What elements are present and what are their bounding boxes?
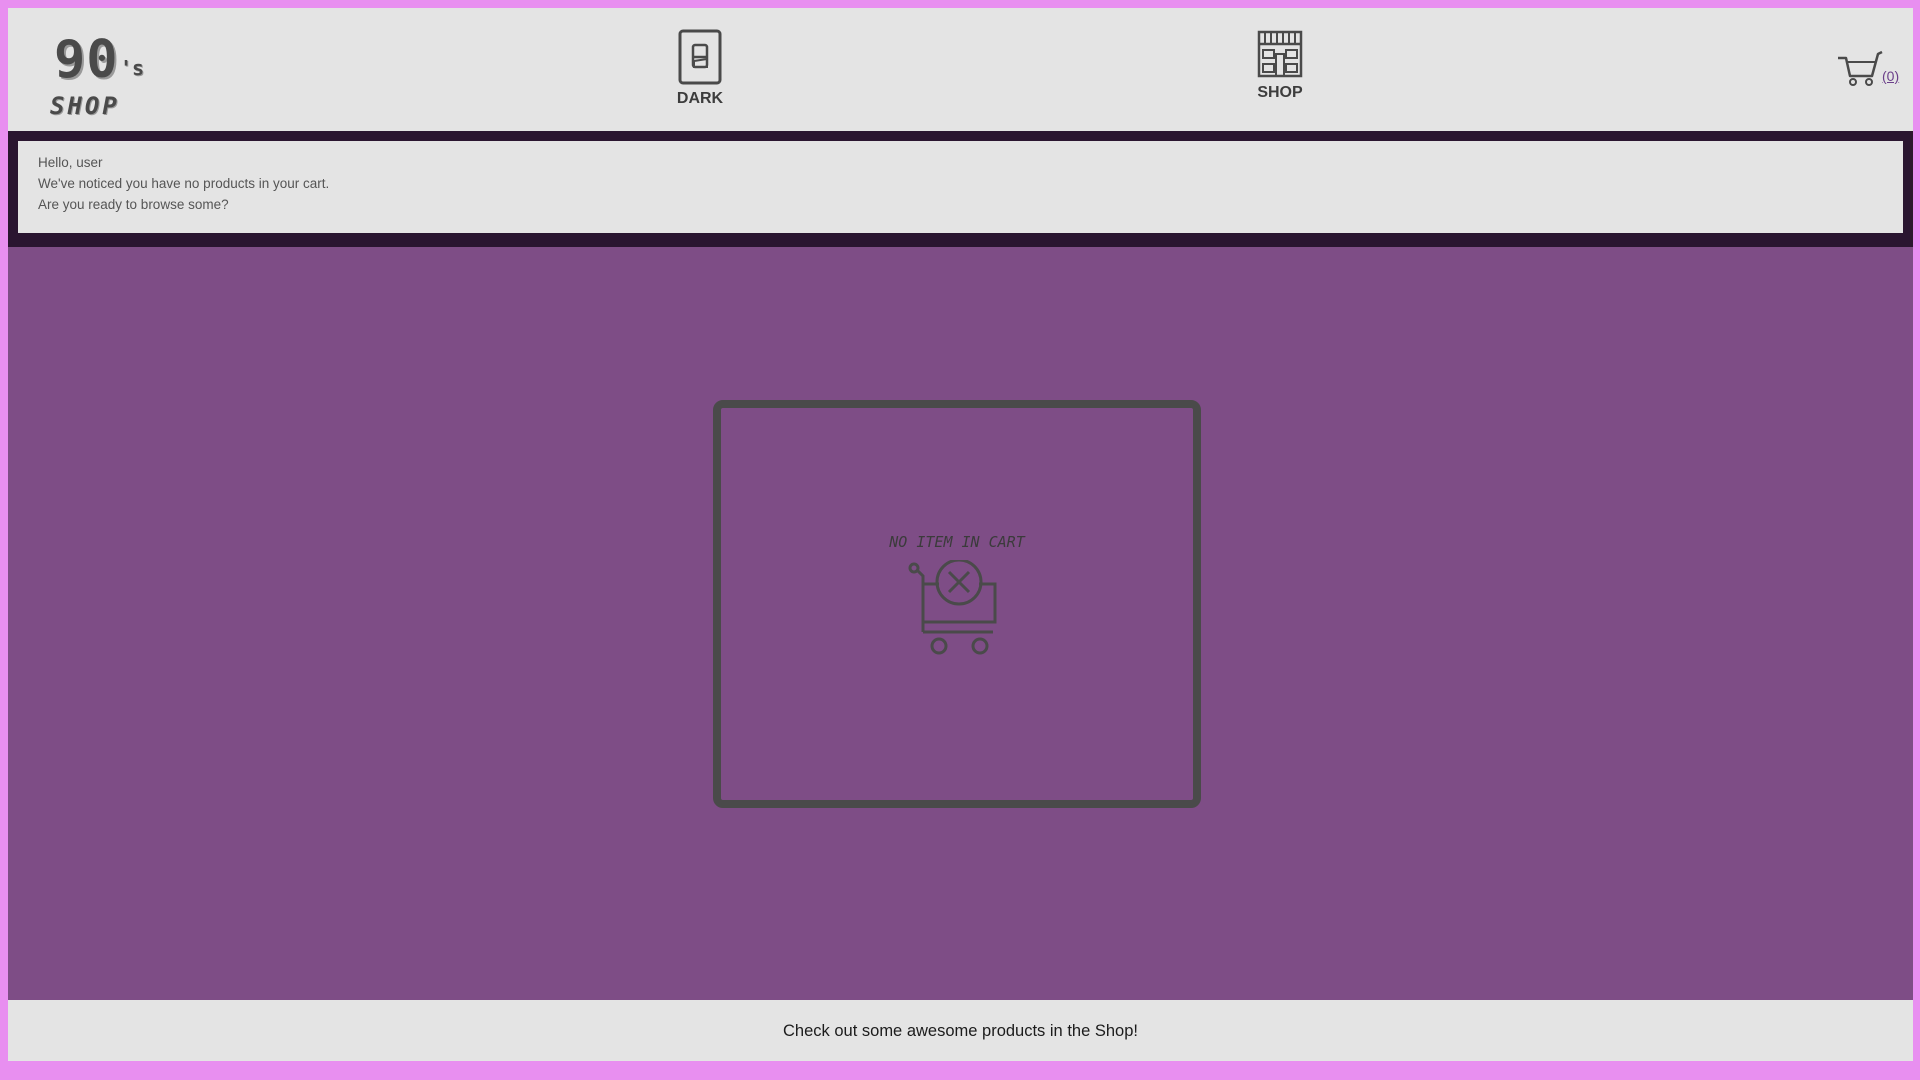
dark-mode-label: DARK (676, 90, 724, 107)
cart-main: NO ITEM IN CART (8, 247, 1913, 1000)
dark-mode-toggle[interactable]: DARK (650, 28, 750, 118)
shop-nav-link[interactable]: SHOP (1230, 28, 1330, 118)
page-frame: 90 's SHOP DARK SHOP (0) Hello, user We'… (8, 8, 1913, 1061)
shop-nav-label: SHOP (1257, 84, 1303, 101)
footer-shop-prompt[interactable]: Check out some awesome products in the S… (783, 1022, 1138, 1040)
shopping-cart-icon (1838, 50, 1883, 86)
header-cart-link[interactable]: (0) (1836, 48, 1908, 88)
notice-line-browse: Are you ready to browse some? (38, 197, 229, 212)
light-switch-icon (678, 29, 722, 85)
notice-greeting: Hello, user (38, 155, 103, 170)
notice-band: Hello, user We've noticed you have no pr… (8, 131, 1913, 247)
empty-cart-box: NO ITEM IN CART (713, 400, 1201, 808)
site-footer: Check out some awesome products in the S… (8, 1000, 1913, 1061)
notice-line-empty-cart: We've noticed you have no products in yo… (38, 176, 330, 191)
site-logo[interactable]: 90 's SHOP (48, 32, 148, 122)
empty-cart-title: NO ITEM IN CART (889, 533, 1025, 551)
storefront-icon (1257, 30, 1303, 78)
cart-count[interactable]: (0) (1882, 68, 1899, 84)
logo-sub-text: SHOP (50, 92, 120, 120)
logo-main-text: 90 (54, 30, 119, 90)
site-header: 90 's SHOP DARK SHOP (0) (8, 8, 1913, 131)
cart-remove-icon (908, 560, 997, 655)
cart-notice: Hello, user We've noticed you have no pr… (18, 141, 1903, 233)
logo-suffix-text: 's (120, 56, 145, 80)
